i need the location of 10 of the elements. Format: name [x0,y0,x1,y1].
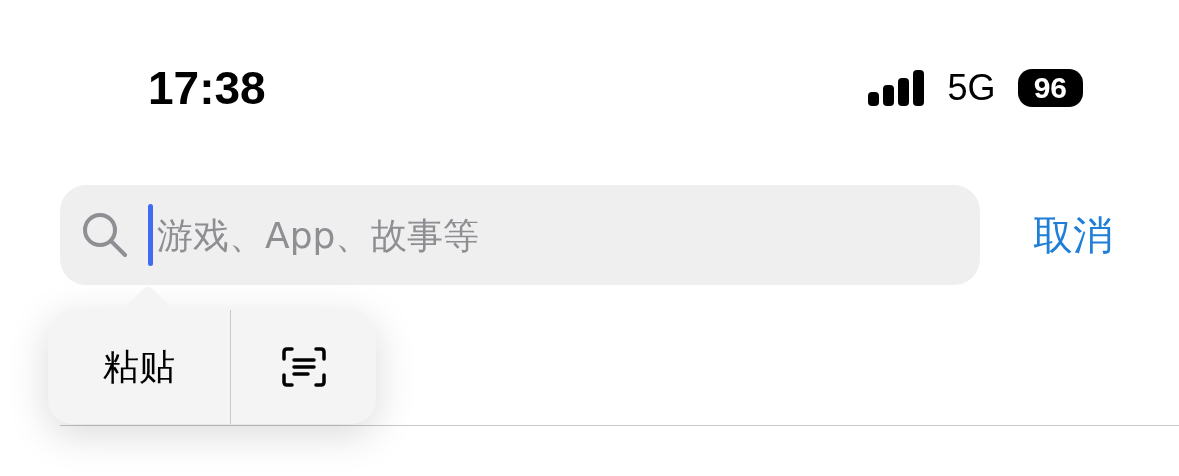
status-time: 17:38 [148,61,266,115]
scan-text-icon [281,347,326,387]
paste-menu-item[interactable]: 粘贴 [48,310,231,424]
search-icon [82,212,128,258]
signal-icon [867,70,926,106]
network-type: 5G [947,67,996,109]
cancel-button[interactable]: 取消 [1033,207,1113,263]
search-bar[interactable]: 游戏、App、故事等 [60,185,980,285]
battery-level: 96 [1017,69,1083,107]
search-input[interactable]: 游戏、App、故事等 [155,213,859,257]
